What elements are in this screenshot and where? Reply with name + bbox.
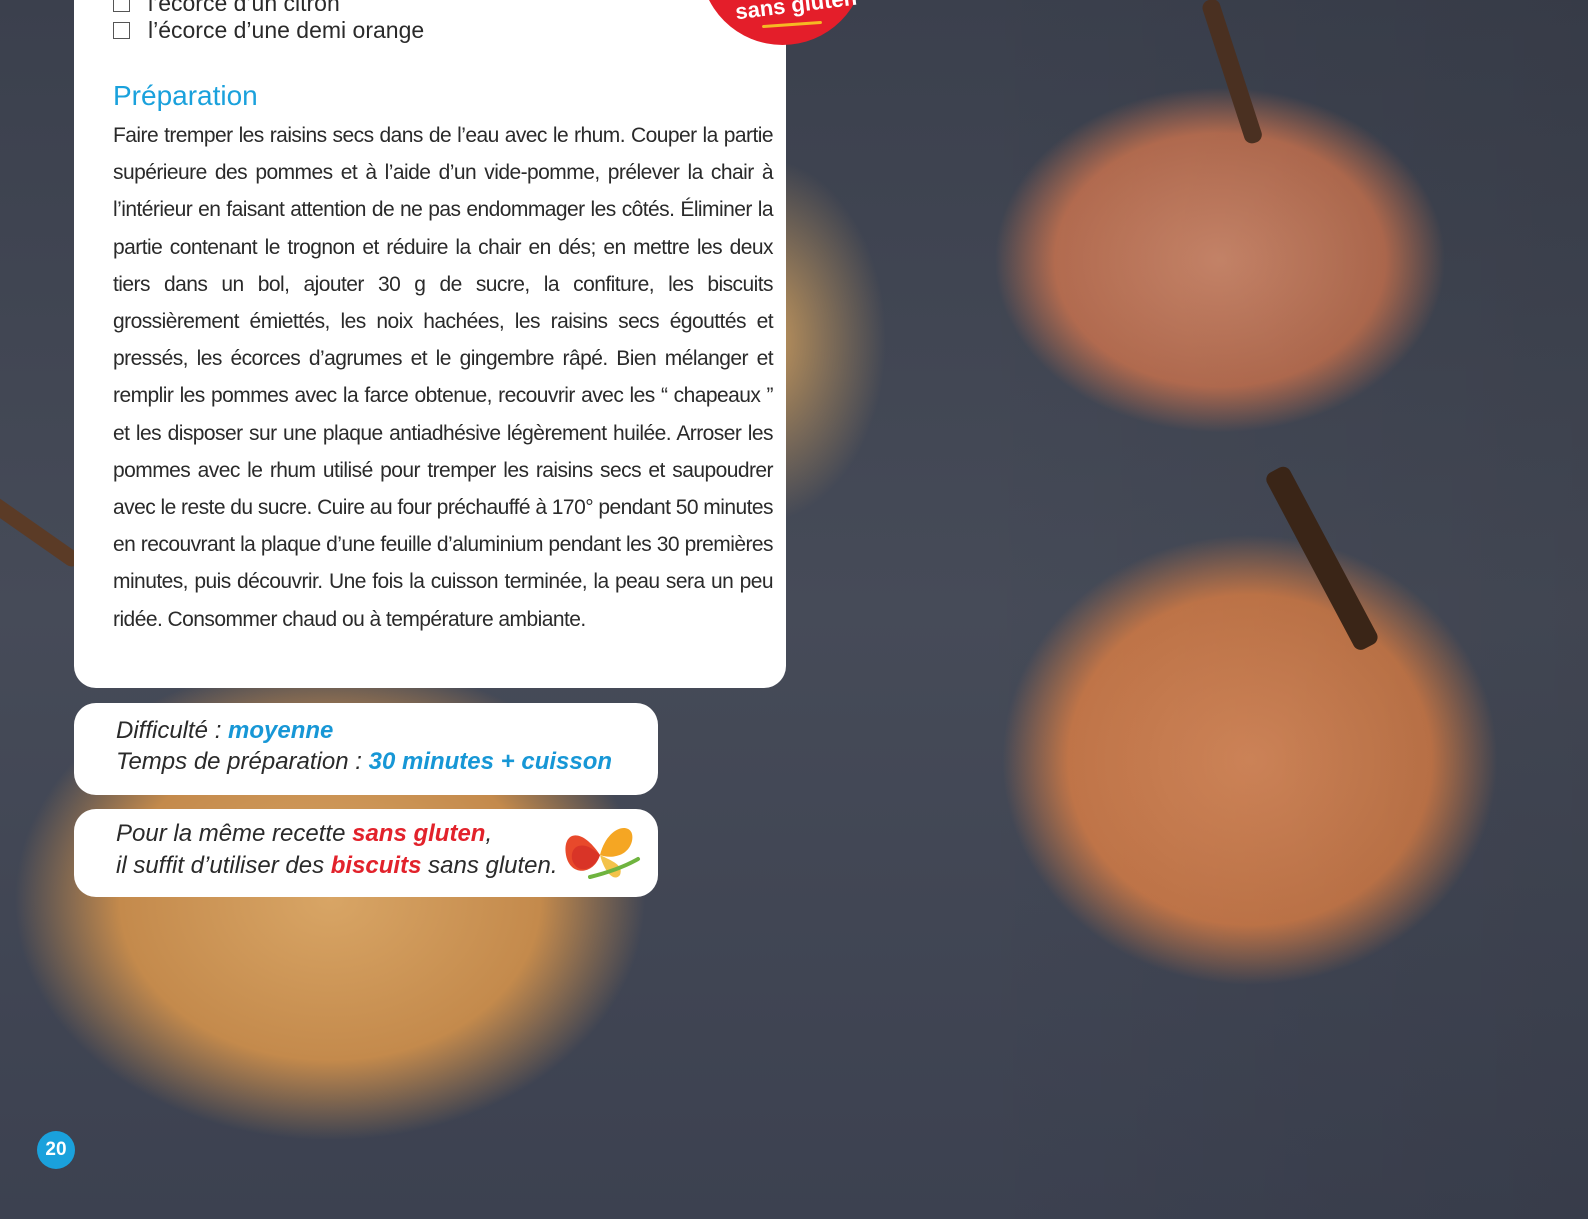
ingredient-item: l’écorce d’une demi orange <box>113 17 424 44</box>
gluten-note-text: , <box>485 820 493 847</box>
ingredient-label: l’écorce d’un citron <box>148 0 340 16</box>
preparation-text: Faire tremper les raisins secs dans de l… <box>113 124 774 631</box>
butterfly-logo-icon <box>565 828 640 879</box>
gluten-note-text: sans gluten. <box>421 852 558 879</box>
gluten-note-text: Pour la même recette <box>116 820 353 847</box>
ingredient-label: l’écorce d’une demi orange <box>148 17 425 43</box>
prep-time-line: Temps de préparation : 30 minutes + cuis… <box>116 748 612 776</box>
gluten-note-line-2: il suffit d’utiliser des biscuits sans g… <box>116 852 558 880</box>
gluten-note-line-1: Pour la même recette sans gluten, <box>116 820 492 848</box>
page-number: 20 <box>37 1131 75 1169</box>
difficulty-line: Difficulté : moyenne <box>116 717 333 745</box>
difficulty-label: Difficulté : <box>116 717 229 744</box>
preparation-title: Préparation <box>113 80 258 111</box>
checkbox-icon[interactable] <box>113 0 130 12</box>
gluten-highlight: sans gluten <box>352 820 486 847</box>
prep-time-value: 30 minutes + cuisson <box>368 748 613 775</box>
ingredient-item: l’écorce d’un citron <box>113 0 340 17</box>
checkbox-icon[interactable] <box>113 22 130 39</box>
prep-time-label: Temps de préparation : <box>116 748 369 775</box>
difficulty-value: moyenne <box>228 717 334 744</box>
biscuits-highlight: biscuits <box>330 852 422 879</box>
gluten-note-text: il suffit d’utiliser des <box>116 852 331 879</box>
